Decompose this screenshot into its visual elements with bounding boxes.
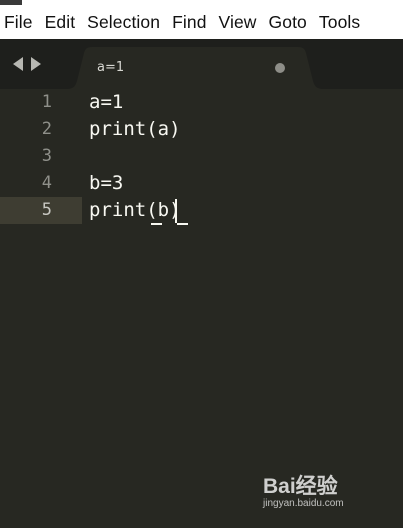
text-cursor <box>175 199 177 223</box>
watermark-url: jingyan.baidu.com <box>263 498 344 509</box>
triangle-right-icon[interactable] <box>30 56 42 72</box>
bracket-match-underline-close <box>177 223 188 225</box>
menu-bar: File Edit Selection Find View Goto Tools <box>0 6 403 39</box>
watermark-brand: Bai经验 <box>263 475 338 498</box>
menu-view[interactable]: View <box>219 12 257 33</box>
line-number-3: 3 <box>41 146 52 166</box>
menu-tools[interactable]: Tools <box>319 12 360 33</box>
triangle-left-icon[interactable] <box>12 56 24 72</box>
baidu-watermark: Bai经验 jingyan.baidu.com <box>263 470 381 514</box>
line-number-4: 4 <box>41 173 52 193</box>
dirty-dot-icon[interactable] <box>275 63 285 73</box>
line-number-5: 5 <box>41 200 52 220</box>
line-number-2: 2 <box>41 119 52 139</box>
tab-a1[interactable]: a=1 <box>66 47 324 89</box>
tab-navigation <box>12 56 42 72</box>
code-line-5[interactable]: print(b) <box>89 197 181 224</box>
tab-title: a=1 <box>97 60 125 75</box>
menu-edit[interactable]: Edit <box>45 12 76 33</box>
code-line-2[interactable]: print(a) <box>89 116 181 143</box>
tab-bar: a=1 <box>0 39 403 89</box>
menu-file[interactable]: File <box>4 12 33 33</box>
menu-find[interactable]: Find <box>172 12 206 33</box>
code-editor[interactable]: 1 2 3 4 5 a=1 print(a) b=3 print(b) Bai经… <box>0 89 403 528</box>
bracket-match-underline-open <box>151 223 162 225</box>
titlebar-corner <box>0 0 22 5</box>
code-line-1[interactable]: a=1 <box>89 89 123 116</box>
menu-selection[interactable]: Selection <box>87 12 160 33</box>
menu-goto[interactable]: Goto <box>269 12 307 33</box>
code-line-4[interactable]: b=3 <box>89 170 123 197</box>
line-number-1: 1 <box>41 92 52 112</box>
